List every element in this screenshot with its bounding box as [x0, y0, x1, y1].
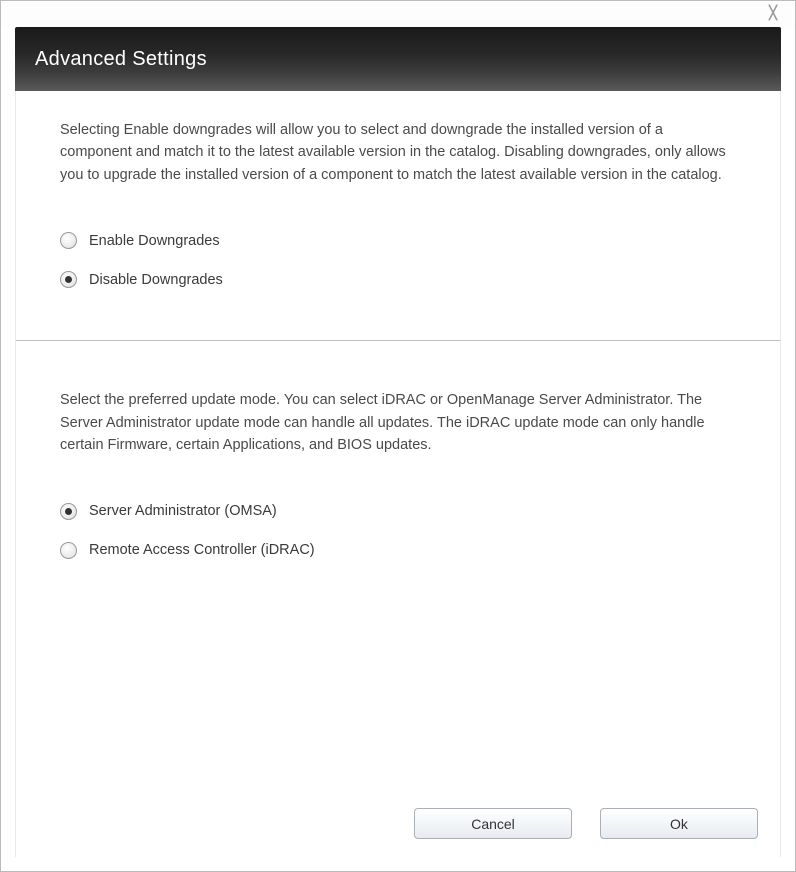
radio-label: Remote Access Controller (iDRAC) [89, 542, 315, 558]
radio-label: Enable Downgrades [89, 233, 220, 249]
downgrades-description: Selecting Enable downgrades will allow y… [60, 119, 736, 186]
radio-label: Disable Downgrades [89, 272, 223, 288]
close-icon[interactable]: ╳ [765, 7, 781, 21]
ok-button[interactable]: Ok [600, 808, 758, 839]
radio-enable-downgrades[interactable]: Enable Downgrades [60, 232, 736, 249]
radio-disable-downgrades[interactable]: Disable Downgrades [60, 271, 736, 288]
radio-remote-access-controller[interactable]: Remote Access Controller (iDRAC) [60, 542, 736, 559]
dialog-footer: Cancel Ok [16, 794, 780, 857]
radio-server-administrator[interactable]: Server Administrator (OMSA) [60, 503, 736, 520]
update-mode-description: Select the preferred update mode. You ca… [60, 389, 736, 456]
radio-label: Server Administrator (OMSA) [89, 503, 277, 519]
radio-icon [60, 503, 77, 520]
dialog-title: Advanced Settings [35, 48, 207, 71]
dialog-window: ╳ Advanced Settings Selecting Enable dow… [0, 0, 796, 872]
titlebar: ╳ [1, 1, 795, 27]
update-mode-section: Select the preferred update mode. You ca… [16, 341, 780, 610]
radio-icon [60, 232, 77, 249]
downgrades-section: Selecting Enable downgrades will allow y… [16, 91, 780, 340]
dialog-content: Selecting Enable downgrades will allow y… [15, 91, 781, 857]
cancel-button[interactable]: Cancel [414, 808, 572, 839]
dialog-header: Advanced Settings [15, 27, 781, 91]
radio-icon [60, 542, 77, 559]
radio-icon [60, 271, 77, 288]
